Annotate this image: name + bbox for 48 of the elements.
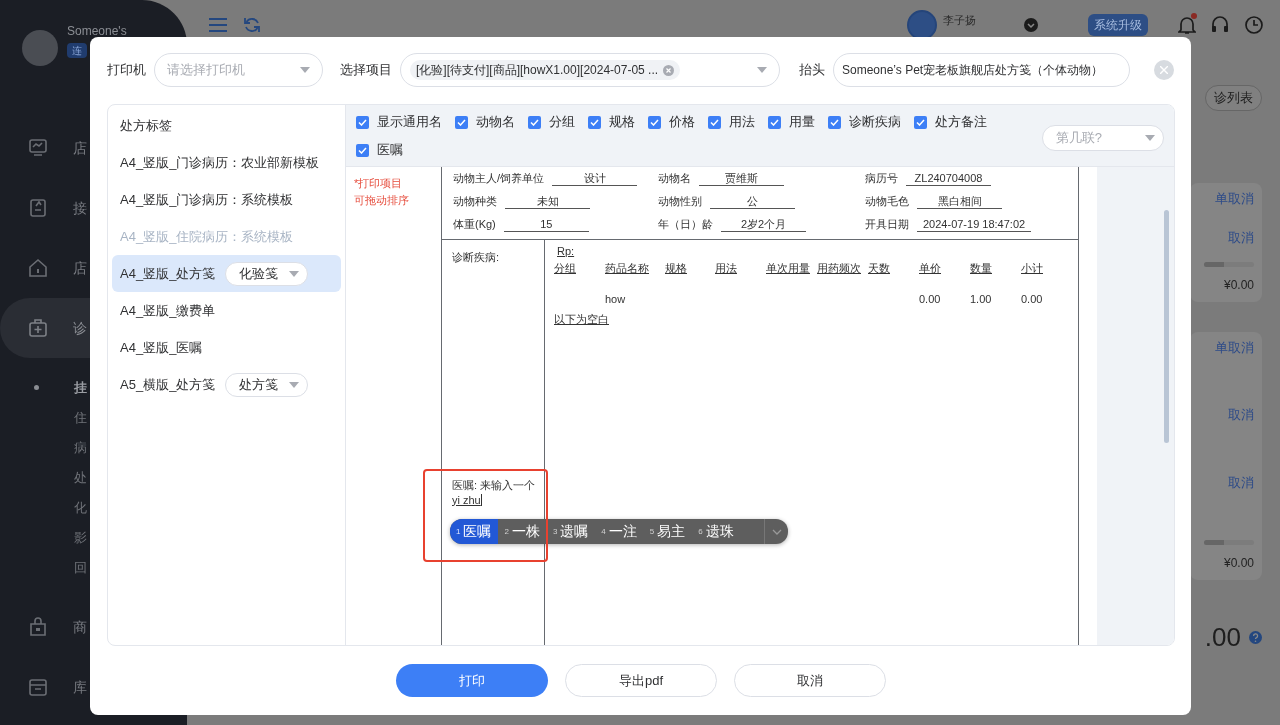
info-value: 未知 [505,194,590,209]
column-header: 用法 [715,261,737,274]
info-label: 体重(Kg) [453,217,496,233]
grand-total: .00 [1204,621,1241,654]
rp-label: Rp: [557,245,575,257]
table-cell: how [605,293,626,305]
column-header: 天数 [868,261,890,274]
info-value: 2岁2个月 [721,217,806,232]
info-value: 公 [710,194,795,209]
table-cell: 0.00 [919,293,941,305]
table-cell: 0.00 [1021,293,1043,305]
column-header: 单价 [919,261,941,274]
info-value: 2024-07-19 18:47:02 [917,217,1032,232]
column-header: 用药频次 [817,261,861,274]
column-header: 单次用量 [766,261,810,274]
column-header: 数量 [970,261,992,274]
info-label: 年（日）龄 [658,217,713,233]
store-badge: 连 [67,43,87,58]
info-label: 病历号 [865,171,898,187]
column-header: 小计 [1021,261,1043,274]
column-header: 分组 [554,261,576,274]
total-amount: ¥0.00 [1223,555,1254,572]
info-value: 黑白相间 [917,194,1002,209]
store-name: Someone's [67,23,127,40]
advice-text: 医嘱: 来输入一个 yi zhu [452,477,537,508]
hint-text: *打印项目 [354,176,404,191]
info-label: 动物主人/饲养单位 [453,171,545,187]
info-label: 动物名 [658,171,691,187]
info-label: 动物性别 [658,194,702,210]
diagnosis-label: 诊断疾病: [452,250,501,265]
info-value: 15 [503,217,589,232]
user-name: 李子扬 [943,12,976,28]
total-amount: ¥0.00 [1223,276,1254,294]
hint-text: 可拖动排序 [354,193,410,208]
field-label: 选择项目 [340,61,392,80]
blank-note: 以下为空白 [554,311,609,327]
info-value: ZL240704008 [906,171,991,186]
info-label: 动物毛色 [865,194,909,210]
field-label: 抬头 [799,61,825,80]
selected-tag: [化验][待支付][商品][howX1.00][2024-07-05 ... [410,60,681,80]
info-value: 设计 [552,171,638,186]
table-cell: 1.00 [970,293,992,305]
info-label: 动物种类 [453,194,497,210]
field-label: 打印机 [107,61,146,80]
column-header: 药品名称 [605,261,649,274]
column-header: 规格 [665,261,687,274]
info-label: 开具日期 [865,217,909,233]
info-value: 贾维斯 [699,171,784,186]
